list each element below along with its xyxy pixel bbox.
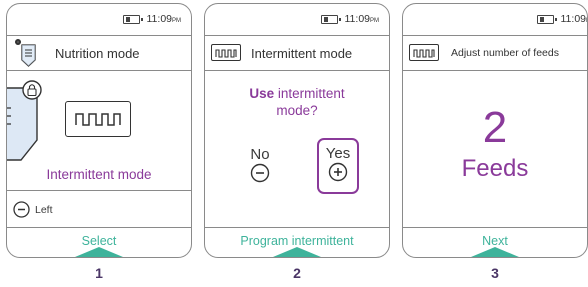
page-title: Intermittent mode — [251, 45, 353, 61]
screen-nutrition-mode: 11:09PM Nutrition mode Intermittent mode… — [6, 3, 192, 258]
left-control: Left — [7, 190, 191, 228]
softkey-label: Next — [482, 234, 508, 248]
status-time: 11:09PM — [344, 13, 380, 25]
status-bar: 11:09PM — [122, 13, 182, 25]
locked-bag-icon — [7, 78, 49, 162]
screen-adjust-feeds: 11:09PM Adjust number of feeds 2 Feeds N… — [402, 3, 588, 258]
page-title: Nutrition mode — [55, 45, 140, 61]
feeds-label: Feeds — [461, 155, 529, 182]
step-number-3: 3 — [491, 265, 499, 281]
prompt-text: Use intermittent mode? — [205, 85, 389, 119]
mode-label: Intermittent mode — [46, 167, 152, 182]
minus-circle-icon[interactable] — [250, 163, 270, 183]
title-bar: Nutrition mode — [7, 35, 191, 71]
softkey-next[interactable]: Next — [403, 227, 587, 257]
softkey-select[interactable]: Select — [7, 227, 191, 257]
softkey-label: Select — [81, 234, 117, 248]
softkey-arrow-icon — [75, 247, 123, 257]
title-bar: Intermittent mode — [205, 35, 389, 71]
no-option[interactable]: No — [243, 147, 277, 188]
battery-icon — [536, 14, 557, 24]
yes-label: Yes — [325, 145, 351, 162]
left-control-label: Left — [35, 203, 53, 216]
feeds-value: 2 — [482, 103, 508, 152]
yes-option[interactable]: Yes — [317, 138, 359, 194]
plus-circle-icon[interactable] — [328, 162, 348, 182]
screen-intermittent-mode: 11:09PM Intermittent mode Use intermitte… — [204, 3, 390, 258]
status-time: 11:09PM — [560, 13, 588, 25]
intermittent-wave-icon — [409, 44, 439, 61]
step-number-2: 2 — [293, 265, 301, 281]
minus-circle-icon[interactable] — [13, 201, 30, 218]
step-number-1: 1 — [95, 265, 103, 281]
nutrition-bag-gear-icon — [13, 38, 39, 68]
title-bar: Adjust number of feeds — [403, 35, 587, 71]
prompt-use: Use — [249, 86, 275, 101]
intermittent-wave-icon — [65, 101, 131, 137]
softkey-arrow-icon — [273, 247, 321, 257]
softkey-program-intermittent[interactable]: Program intermittent — [205, 227, 389, 257]
no-label: No — [250, 146, 270, 163]
battery-icon — [320, 14, 341, 24]
status-time: 11:09PM — [146, 13, 182, 25]
battery-icon — [122, 14, 143, 24]
status-bar: 11:09PM — [536, 13, 588, 25]
softkey-label: Program intermittent — [240, 234, 354, 248]
intermittent-wave-icon — [211, 44, 241, 61]
status-bar: 11:09PM — [320, 13, 380, 25]
prompt-line2: mode? — [276, 103, 318, 118]
prompt-line1: intermittent — [277, 86, 345, 101]
page-title: Adjust number of feeds — [451, 47, 559, 59]
softkey-arrow-icon — [471, 247, 519, 257]
